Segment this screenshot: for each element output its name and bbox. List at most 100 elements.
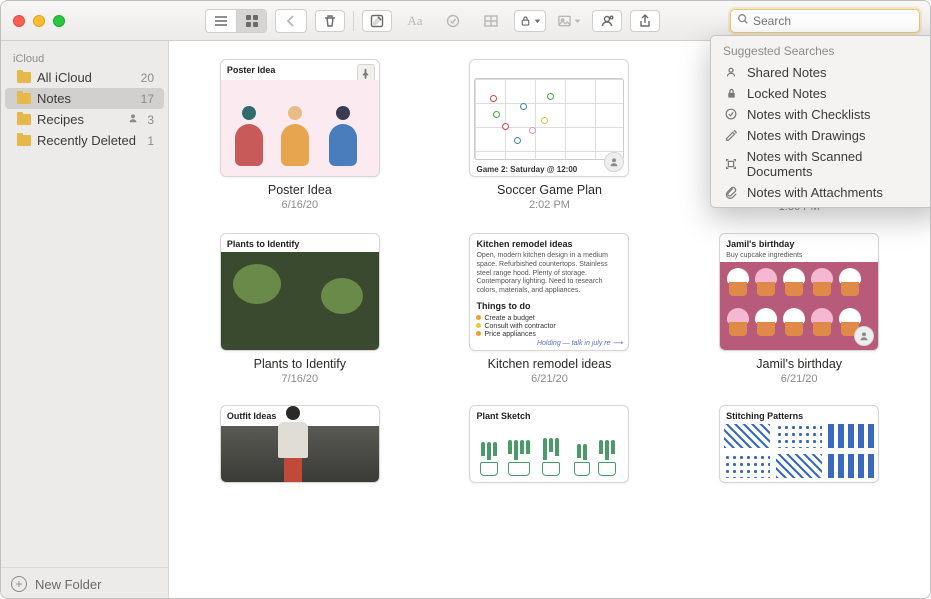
note-caption: Soccer Game Plan 2:02 PM [497,183,602,211]
note-caption: Kitchen remodel ideas 6/21/20 [488,357,612,385]
suggested-searches-popover: Suggested Searches Shared Notes Locked N… [710,35,931,208]
search-icon [737,13,749,28]
suggest-shared-notes[interactable]: Shared Notes [711,62,931,83]
sidebar-item-count: 20 [141,71,154,85]
sidebar-item-label: Notes [37,91,135,106]
sidebar-item-all-icloud[interactable]: All iCloud 20 [5,67,164,88]
sidebar-item-label: Recipes [37,112,121,127]
new-folder-button[interactable]: + New Folder [1,567,168,599]
table-button[interactable] [476,10,506,32]
drawing-icon [723,128,739,142]
format-button[interactable]: Aa [400,10,430,32]
sidebar-item-count: 1 [147,134,154,148]
suggest-label: Notes with Scanned Documents [747,149,929,179]
todo-item: Create a budget [484,315,534,322]
titlebar: Aa [1,1,930,41]
sidebar-section-header: iCloud [1,53,168,67]
sidebar-item-count: 17 [141,92,154,106]
thumb-title: Stitching Patterns [720,406,878,424]
suggest-drawings[interactable]: Notes with Drawings [711,125,931,146]
sidebar-item-label: All iCloud [37,70,135,85]
toolbar-separator [353,11,354,31]
suggested-header: Suggested Searches [711,42,931,62]
suggest-attachments[interactable]: Notes with Attachments [711,182,931,203]
note-thumbnail: Jamil's birthday Buy cupcake ingredients [719,233,879,351]
search-wrap: Suggested Searches Shared Notes Locked N… [730,9,920,33]
note-caption: Poster Idea 6/16/20 [268,183,332,211]
close-window-button[interactable] [13,15,25,27]
suggest-checklists[interactable]: Notes with Checklists [711,104,931,125]
note-date: 6/21/20 [756,373,842,385]
folder-icon [17,93,31,104]
note-title: Kitchen remodel ideas [488,357,612,371]
sidebar-item-label: Recently Deleted [37,133,141,148]
suggest-label: Locked Notes [747,86,827,101]
new-folder-label: New Folder [35,577,101,592]
note-thumbnail: Outfit Ideas [220,405,380,483]
suggest-scanned[interactable]: Notes with Scanned Documents [711,146,931,182]
thumb-handwriting: Holding — talk in july re ⟶ [537,339,623,347]
sidebar-item-recently-deleted[interactable]: Recently Deleted 1 [5,130,164,151]
note-title: Jamil's birthday [756,357,842,371]
note-card-soccer[interactable]: Game 2: Saturday @ 12:00 Soccer Game Pla… [443,59,657,213]
thumb-title: Jamil's birthday [720,234,878,252]
note-thumbnail: Poster Idea [220,59,380,177]
note-thumbnail: Plant Sketch [469,405,629,483]
sidebar-item-recipes[interactable]: Recipes 3 [5,109,164,130]
window-controls [1,15,77,27]
thumb-title: Poster Idea [221,60,379,78]
thumb-footer: Game 2: Saturday @ 12:00 [476,165,577,174]
note-title: Plants to Identify [254,357,346,371]
minimize-window-button[interactable] [33,15,45,27]
suggest-label: Notes with Checklists [747,107,871,122]
todo-item: Consult with contractor [484,323,555,330]
note-date: 6/16/20 [268,199,332,211]
note-thumbnail: Plants to Identify [220,233,380,351]
view-mode-group [205,9,267,33]
shared-icon [127,112,139,127]
collaborate-button[interactable] [592,10,622,32]
note-card-outfit[interactable]: Outfit Ideas [193,405,407,483]
thumb-title: Plants to Identify [221,234,379,252]
attachment-icon [723,185,739,199]
note-title: Soccer Game Plan [497,183,602,197]
note-card-birthday[interactable]: Jamil's birthday Buy cupcake ingredients [692,233,906,385]
notes-app-window: Aa [0,0,931,599]
thumb-title: Plant Sketch [470,406,628,424]
back-button[interactable] [276,10,306,32]
checklist-button[interactable] [438,10,468,32]
note-card-kitchen[interactable]: Kitchen remodel ideas Open, modern kitch… [443,233,657,385]
sidebar-item-notes[interactable]: Notes 17 [5,88,164,109]
people-icon [723,65,739,79]
search-input[interactable] [753,14,913,28]
plus-icon: + [11,576,27,592]
suggest-label: Notes with Drawings [747,128,866,143]
list-view-button[interactable] [206,10,236,32]
todo-item: Price appliances [484,331,535,338]
folder-icon [17,72,31,83]
nav-back-group [275,9,307,33]
sidebar: iCloud All iCloud 20 Notes 17 Recipes [1,41,169,599]
shared-icon [604,152,624,172]
folder-icon [17,114,31,125]
note-card-stitching[interactable]: Stitching Patterns [692,405,906,483]
media-button[interactable] [554,10,584,32]
sidebar-item-count: 3 [147,113,154,127]
fullscreen-window-button[interactable] [53,15,65,27]
delete-button[interactable] [315,10,345,32]
search-field[interactable] [730,9,920,33]
thumb-body: Open, modern kitchen design in a medium … [470,252,628,299]
note-card-plants[interactable]: Plants to Identify Plants to Identify 7/… [193,233,407,385]
suggest-locked-notes[interactable]: Locked Notes [711,83,931,104]
note-thumbnail: Game 2: Saturday @ 12:00 [469,59,629,177]
gallery-view-button[interactable] [236,10,266,32]
lock-button[interactable] [514,10,546,32]
note-title: Poster Idea [268,183,332,197]
note-thumbnail: Kitchen remodel ideas Open, modern kitch… [469,233,629,351]
note-card-plant-sketch[interactable]: Plant Sketch [443,405,657,483]
share-button[interactable] [630,10,660,32]
note-card-poster-idea[interactable]: Poster Idea Poster Idea 6/16/20 [193,59,407,213]
note-date: 2:02 PM [497,199,602,211]
note-date: 6/21/20 [488,373,612,385]
new-note-button[interactable] [362,10,392,32]
